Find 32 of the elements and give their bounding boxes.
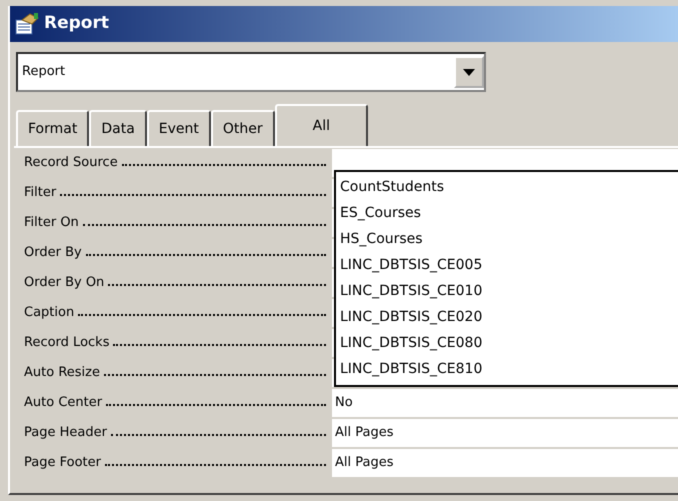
property-label: Auto Center [24,394,102,412]
property-label: Order By [24,244,82,262]
property-value-field[interactable]: All Pages [332,419,678,447]
property-value-field[interactable]: No [332,389,678,417]
list-item[interactable]: HS_Courses [340,226,674,252]
list-item[interactable]: ES_Courses [340,200,674,226]
report-icon [14,12,40,36]
property-label: Auto Resize [24,364,100,382]
property-tab[interactable]: Format [16,110,90,146]
object-selector[interactable]: Report [16,52,486,92]
window-title: Report [44,12,109,36]
list-item[interactable]: LINC_DBTSIS_CE005 [340,252,674,278]
list-item[interactable]: CountStudents [340,174,674,200]
list-item[interactable]: LINC_DBTSIS_CE020 [340,304,674,330]
caret-icon [463,68,475,76]
dropdown-button[interactable] [454,56,484,88]
list-item[interactable]: LINC_DBTSIS_CE010 [340,278,674,304]
property-tab[interactable]: Other [210,110,275,146]
property-label: Order By On [24,274,104,292]
property-value-field[interactable]: All Pages [332,449,678,477]
property-label: Caption [24,304,74,322]
property-tab[interactable]: Event [146,110,211,146]
property-label: Page Footer [24,454,101,472]
list-item[interactable]: LINC_DBTSIS_CE080 [340,330,674,356]
list-item[interactable]: LINC_DBTSIS_CE810 [340,356,674,382]
property-label: Record Locks [24,334,110,352]
property-label: Page Header [24,424,107,442]
property-label: Filter On [24,214,79,232]
property-label: Filter [24,184,56,202]
property-tab[interactable]: Data [89,110,147,146]
property-tab[interactable]: All [274,104,368,146]
property-label: Record Source [24,154,118,172]
